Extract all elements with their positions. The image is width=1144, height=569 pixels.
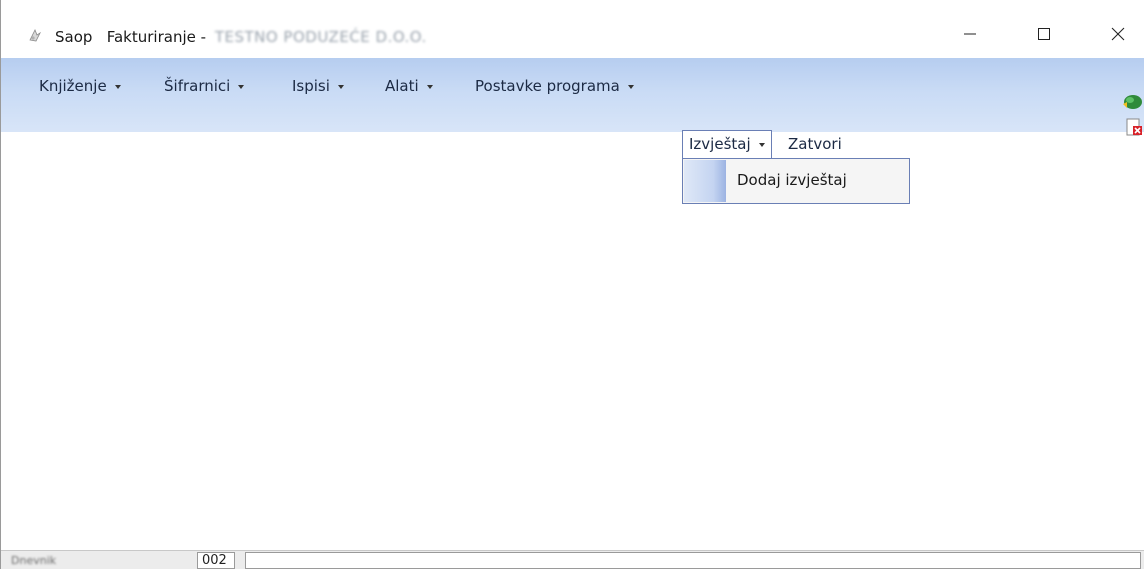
menu-knjizenje[interactable]: Knjiženje	[39, 73, 121, 99]
dropdown-arrow-icon	[627, 84, 634, 89]
maximize-button[interactable]	[1021, 18, 1067, 50]
status-code-field: 002	[197, 552, 235, 569]
exit-icon[interactable]	[1125, 118, 1143, 136]
menu-label: Alati	[385, 77, 419, 95]
status-label-redacted: Dnevnik	[11, 554, 57, 567]
menu-izvjestaj[interactable]: Izvještaj	[682, 130, 772, 158]
dropdown-arrow-icon	[114, 84, 121, 89]
izvjestaj-dropdown: Dodaj izvještaj	[682, 158, 910, 204]
minimize-icon	[964, 33, 976, 35]
menu-item-dodaj-izvjestaj[interactable]: Dodaj izvještaj	[737, 171, 847, 189]
menu-ispisi[interactable]: Ispisi	[292, 73, 344, 99]
window-title: Saop Fakturiranje - TESTNO PODUZEĆE D.O.…	[55, 28, 427, 46]
app-name: Saop	[55, 28, 93, 46]
status-bar: Dnevnik 002	[1, 550, 1144, 569]
menu-alati[interactable]: Alati	[385, 73, 433, 99]
menu-zatvori[interactable]: Zatvori	[788, 131, 842, 157]
dropdown-arrow-icon	[238, 84, 245, 89]
menu-label: Postavke programa	[475, 77, 620, 95]
menu-sifrarnici[interactable]: Šifrarnici	[164, 73, 245, 99]
app-icon	[29, 29, 42, 42]
dropdown-gutter	[684, 160, 726, 202]
menu-label: Izvještaj	[689, 135, 751, 153]
title-bar[interactable]: Saop Fakturiranje - TESTNO PODUZEĆE D.O.…	[1, 0, 1144, 58]
menu-label: Knjiženje	[39, 77, 107, 95]
minimize-button[interactable]	[947, 18, 993, 50]
menu-label: Ispisi	[292, 77, 330, 95]
status-main-field	[245, 552, 1141, 569]
dropdown-arrow-icon	[758, 142, 765, 147]
app-window: Saop Fakturiranje - TESTNO PODUZEĆE D.O.…	[0, 0, 1144, 569]
close-icon	[1111, 27, 1125, 41]
maximize-icon	[1038, 28, 1050, 40]
company-name-redacted: TESTNO PODUZEĆE D.O.O.	[214, 28, 427, 46]
module-title: Fakturiranje -	[106, 28, 207, 46]
dropdown-arrow-icon	[426, 84, 433, 89]
dropdown-arrow-icon	[337, 84, 344, 89]
menu-label: Zatvori	[788, 135, 842, 153]
close-button[interactable]	[1095, 18, 1141, 50]
menu-label: Šifrarnici	[164, 77, 231, 95]
menu-postavke-programa[interactable]: Postavke programa	[475, 73, 634, 99]
help-icon[interactable]	[1121, 92, 1143, 112]
